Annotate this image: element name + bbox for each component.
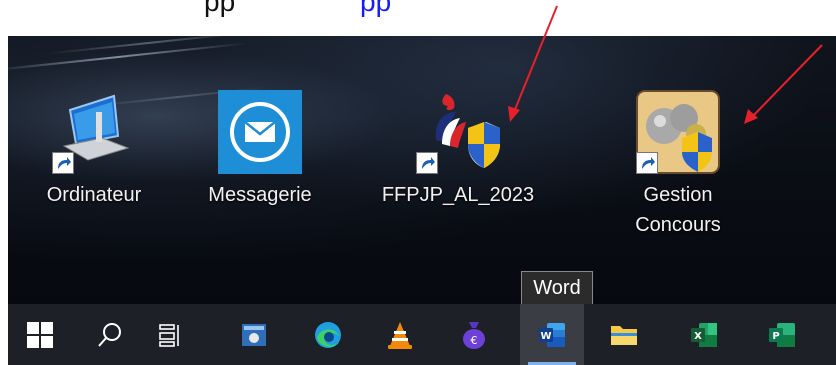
taskbar-file-explorer[interactable] <box>592 304 656 365</box>
excel-icon: X <box>691 322 717 347</box>
shortcut-arrow-icon <box>636 152 658 174</box>
desktop-icon-label: FFPJP_AL_2023 <box>381 184 535 206</box>
money-bag-icon: € <box>463 321 485 349</box>
petanque-balls-icon <box>636 90 720 174</box>
desktop-icon-label: Messagerie <box>208 184 312 206</box>
taskbar: € W X P <box>8 304 836 365</box>
taskbar-excel[interactable]: X <box>672 304 736 365</box>
computer-icon <box>52 90 136 174</box>
task-view-icon <box>159 323 179 347</box>
edge-icon <box>315 321 341 348</box>
word-icon: W <box>539 322 565 347</box>
header-strip: pp pp <box>0 0 836 36</box>
task-view-button[interactable] <box>138 304 202 365</box>
taskbar-edge[interactable] <box>296 304 360 365</box>
taskbar-project[interactable]: P <box>750 304 814 365</box>
desktop-icon-label: Ordinateur <box>46 184 142 206</box>
folder-icon <box>611 325 637 345</box>
rooster-shield-icon <box>416 90 500 174</box>
desktop-icon-label-line2: Concours <box>635 214 721 236</box>
desktop[interactable]: Ordinateur Messagerie FFPJP_AL_2023 Gest… <box>8 36 836 304</box>
word-tooltip: Word <box>521 271 593 305</box>
svg-text:€: € <box>471 334 478 347</box>
svg-text:W: W <box>540 331 551 342</box>
desktop-icon-label-line1: Gestion <box>643 184 713 206</box>
desktop-icon-messagerie[interactable]: Messagerie <box>190 90 330 210</box>
shortcut-arrow-icon <box>416 152 438 174</box>
shortcut-arrow-icon <box>52 152 74 174</box>
desktop-icon-ffpjp[interactable]: FFPJP_AL_2023 <box>378 90 538 210</box>
taskbar-word[interactable]: W <box>520 304 584 365</box>
taskbar-vlc[interactable] <box>368 304 432 365</box>
taskbar-app-purple-bag[interactable]: € <box>442 304 506 365</box>
search-button[interactable] <box>78 304 142 365</box>
svg-text:X: X <box>694 331 702 342</box>
start-button[interactable] <box>8 304 72 365</box>
blue-window-app-icon <box>242 323 266 346</box>
taskbar-app-blue-window[interactable] <box>222 304 286 365</box>
desktop-icon-ordinateur[interactable]: Ordinateur <box>24 90 164 210</box>
mail-icon <box>218 90 302 174</box>
header-text-blue: pp <box>360 0 392 17</box>
svg-text:P: P <box>772 331 779 342</box>
windows-logo-icon <box>27 321 53 348</box>
project-icon: P <box>769 322 795 347</box>
desktop-icon-gestion-concours[interactable]: Gestion Concours <box>608 90 748 240</box>
vlc-cone-icon <box>388 321 412 349</box>
search-icon <box>98 322 121 347</box>
header-text-black: pp <box>204 0 236 17</box>
